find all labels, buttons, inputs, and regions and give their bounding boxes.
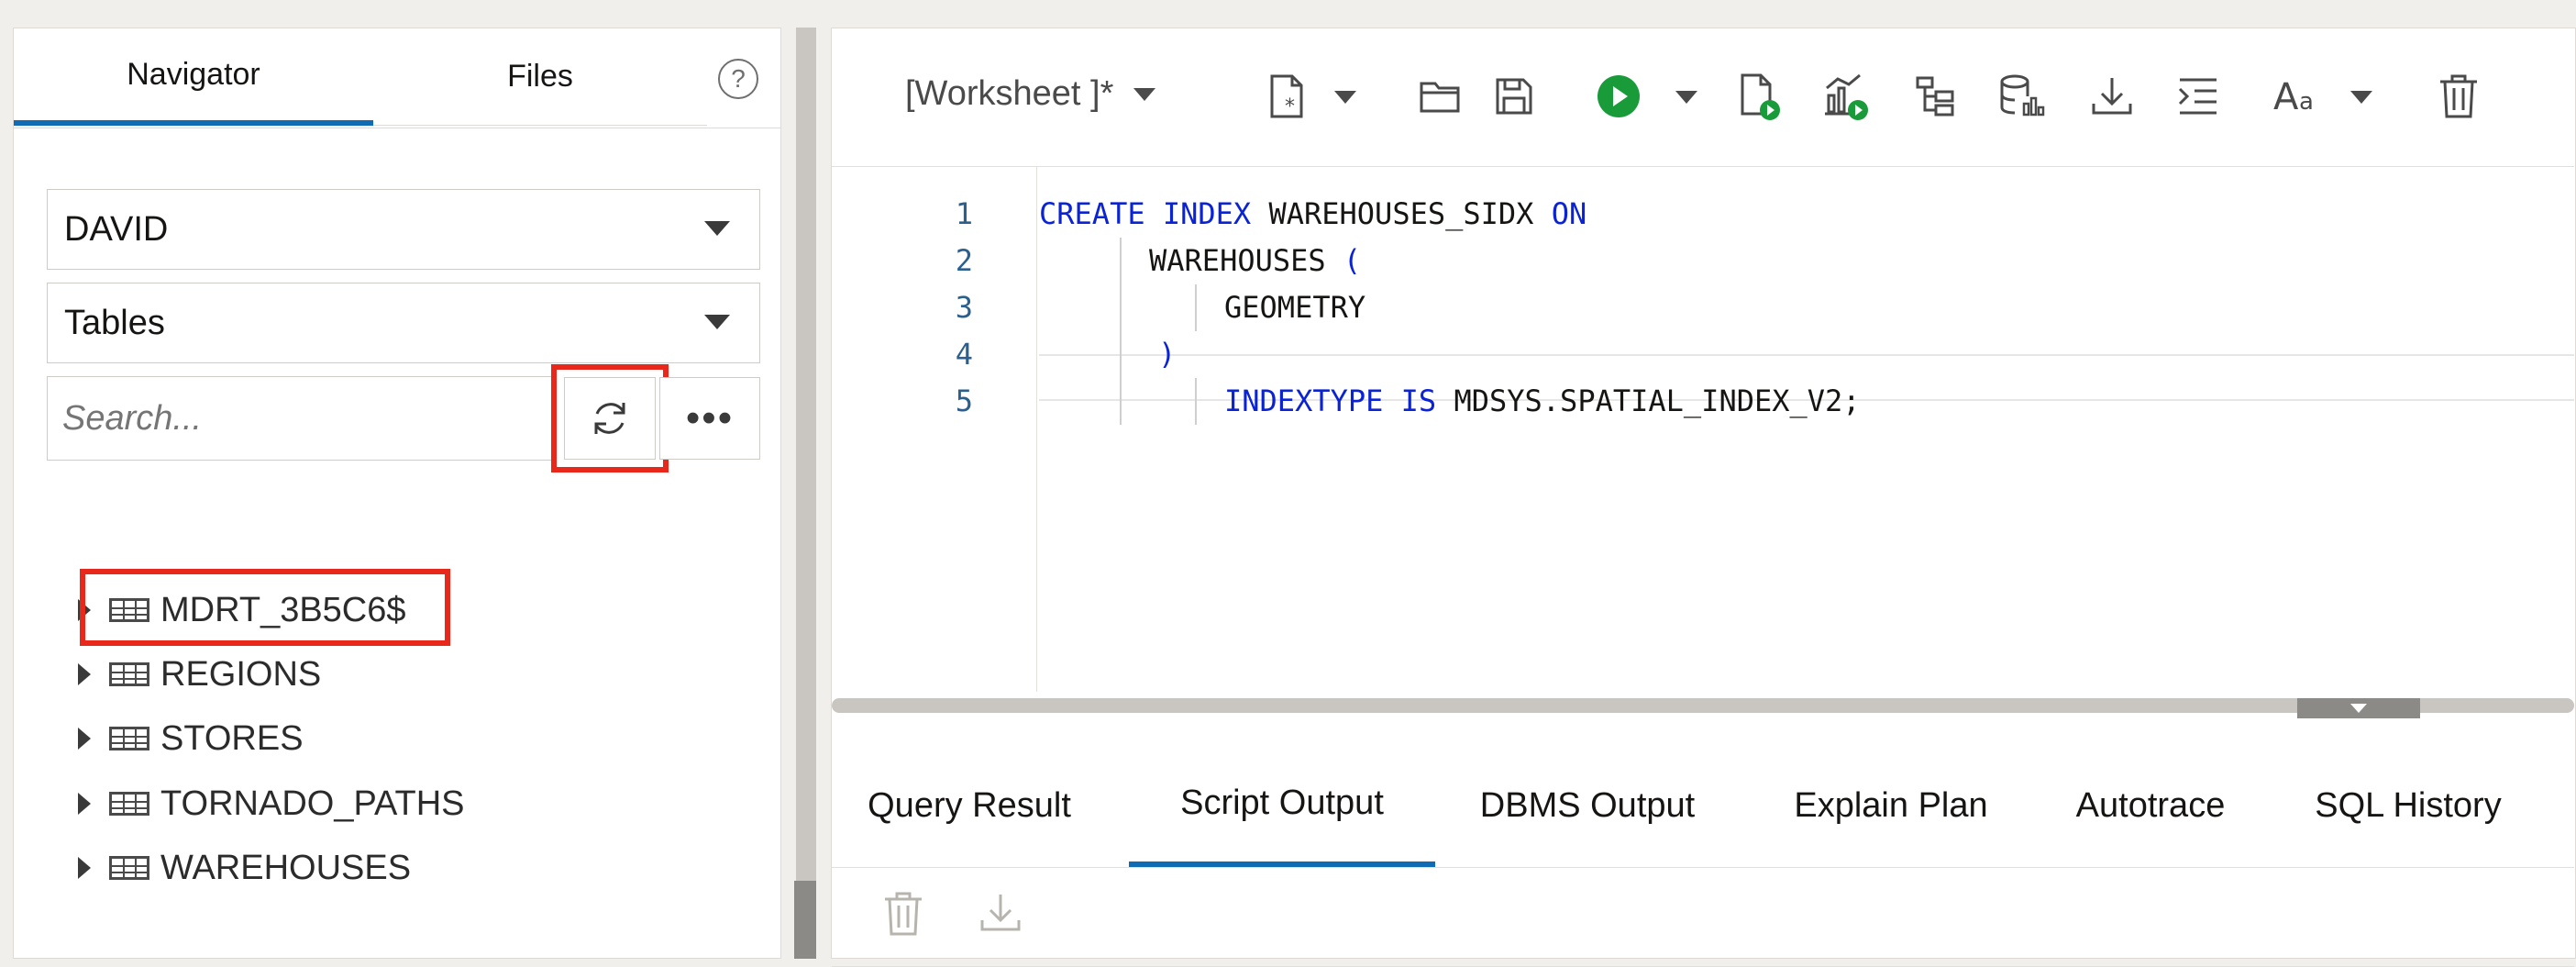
chevron-down-icon — [1133, 87, 1156, 101]
svg-text:*: * — [1285, 95, 1295, 118]
sql-identifier: MDSYS.SPATIAL_INDEX_V2; — [1454, 383, 1861, 418]
new-file-icon[interactable]: * — [1263, 69, 1314, 124]
line-number: 5 — [955, 383, 973, 418]
sql-keyword: ON — [1551, 196, 1587, 231]
ellipsis-icon: ••• — [685, 395, 735, 440]
font-size-icon[interactable]: Aa — [2270, 69, 2332, 124]
font-size-dropdown-icon[interactable] — [2350, 91, 2372, 108]
expand-arrow-icon[interactable] — [78, 728, 91, 750]
tree-item[interactable]: WAREHOUSES — [78, 840, 411, 895]
indent-guide — [1120, 238, 1122, 425]
tree-item[interactable]: TORNADO_PATHS — [78, 776, 465, 831]
clear-output-icon[interactable] — [883, 891, 923, 941]
line-number: 1 — [955, 196, 973, 231]
tab-dbms-output[interactable]: DBMS Output — [1465, 744, 1710, 867]
sql-keyword: INDEX — [1162, 196, 1252, 231]
object-type-select[interactable]: Tables — [47, 283, 760, 363]
expand-arrow-icon[interactable] — [78, 663, 91, 685]
collapse-panel-handle[interactable] — [794, 881, 816, 959]
schema-select-value: DAVID — [64, 209, 169, 249]
sql-identifier: GEOMETRY — [1224, 290, 1366, 325]
tree-item[interactable]: STORES — [78, 711, 304, 766]
svg-text:A: A — [2273, 76, 2299, 117]
tree-item-label: STORES — [160, 718, 304, 758]
trash-icon[interactable] — [2433, 69, 2484, 124]
indent-guide — [1195, 378, 1197, 425]
worksheet-title: [Worksheet ]* — [905, 74, 1114, 113]
tab-autotrace[interactable]: Autotrace — [2059, 744, 2242, 867]
table-icon — [109, 662, 149, 686]
tree-item-label: REGIONS — [160, 654, 322, 694]
expand-arrow-icon[interactable] — [78, 857, 91, 879]
search-input[interactable] — [47, 376, 557, 461]
code-editor[interactable]: 1 2 3 4 5 CREATE INDEX WAREHOUSES_SIDX O… — [832, 166, 2574, 692]
more-actions-button[interactable]: ••• — [659, 377, 760, 460]
sql-keyword: IS — [1400, 383, 1437, 418]
divider — [832, 867, 2574, 868]
tab-explain-plan[interactable]: Explain Plan — [1776, 744, 2006, 867]
worksheet-toolbar: [Worksheet ]* * A a — [832, 28, 2576, 166]
sql-paren: ) — [1158, 337, 1177, 372]
line-number-gutter: 1 2 3 4 5 — [832, 167, 1037, 692]
line-number: 2 — [955, 243, 973, 278]
tree-item-label: WAREHOUSES — [160, 848, 412, 887]
tab-navigator[interactable]: Navigator — [14, 28, 373, 126]
save-icon[interactable] — [1488, 69, 1540, 124]
tab-script-output[interactable]: Script Output — [1129, 744, 1435, 867]
chevron-down-icon — [704, 315, 730, 329]
run-dropdown-icon[interactable] — [1675, 91, 1697, 108]
worksheet-selector[interactable]: [Worksheet ]* — [905, 74, 1156, 114]
panel-splitter[interactable] — [796, 28, 816, 959]
sql-keyword: CREATE — [1039, 196, 1145, 231]
refresh-highlight-box — [551, 364, 669, 472]
code-line-2: WAREHOUSES ( — [1149, 238, 1361, 284]
explain-plan-icon[interactable] — [1910, 69, 1962, 124]
autotrace-icon[interactable] — [1820, 69, 1872, 124]
navigator-body: DAVID Tables ••• MDRT_3B5C6$ — [14, 128, 780, 958]
code-line-1: CREATE INDEX WAREHOUSES_SIDX ON — [1039, 191, 1587, 238]
code-line-4: ) — [1158, 331, 1176, 378]
chevron-down-icon — [704, 221, 730, 236]
object-type-select-value: Tables — [64, 303, 165, 342]
resize-handle[interactable] — [2297, 698, 2420, 718]
tab-sql-history[interactable]: SQL History — [2295, 744, 2521, 867]
run-script-icon[interactable] — [1734, 69, 1786, 124]
table-icon — [109, 856, 149, 880]
run-statement-icon[interactable] — [1593, 69, 1644, 124]
open-folder-icon[interactable] — [1415, 69, 1466, 124]
code-line-5: INDEXTYPE IS MDSYS.SPATIAL_INDEX_V2; — [1224, 378, 1861, 425]
download-output-icon[interactable] — [978, 891, 1023, 939]
new-file-dropdown-icon[interactable] — [1334, 91, 1356, 108]
indent-guide — [1195, 284, 1197, 331]
format-icon[interactable] — [2172, 69, 2224, 124]
code-line-3: GEOMETRY — [1224, 284, 1365, 331]
database-stats-icon[interactable] — [1996, 69, 2048, 124]
sql-paren: ( — [1343, 243, 1362, 278]
table-icon — [109, 727, 149, 750]
tree-item[interactable]: REGIONS — [78, 647, 321, 702]
expand-arrow-icon[interactable] — [78, 793, 91, 815]
download-icon[interactable] — [2086, 69, 2138, 124]
tab-query-result[interactable]: Query Result — [859, 744, 1079, 867]
sql-identifier: WAREHOUSES — [1149, 243, 1326, 278]
tree-item-label: TORNADO_PATHS — [160, 784, 465, 823]
line-number: 4 — [955, 337, 973, 372]
svg-text:a: a — [2299, 88, 2314, 116]
worksheet-panel: [Worksheet ]* * A a 1 2 3 4 5 CREATE IND… — [831, 28, 2576, 967]
sql-keyword: INDEXTYPE — [1224, 383, 1384, 418]
line-number: 3 — [955, 290, 973, 325]
tree-highlight-box — [80, 569, 450, 646]
table-icon — [109, 792, 149, 816]
help-icon[interactable]: ? — [718, 59, 758, 99]
navigator-panel: Navigator Files ? DAVID Tables ••• — [13, 28, 781, 959]
schema-select[interactable]: DAVID — [47, 189, 760, 270]
tab-files[interactable]: Files — [373, 28, 707, 126]
sql-identifier: WAREHOUSES_SIDX — [1268, 196, 1534, 231]
